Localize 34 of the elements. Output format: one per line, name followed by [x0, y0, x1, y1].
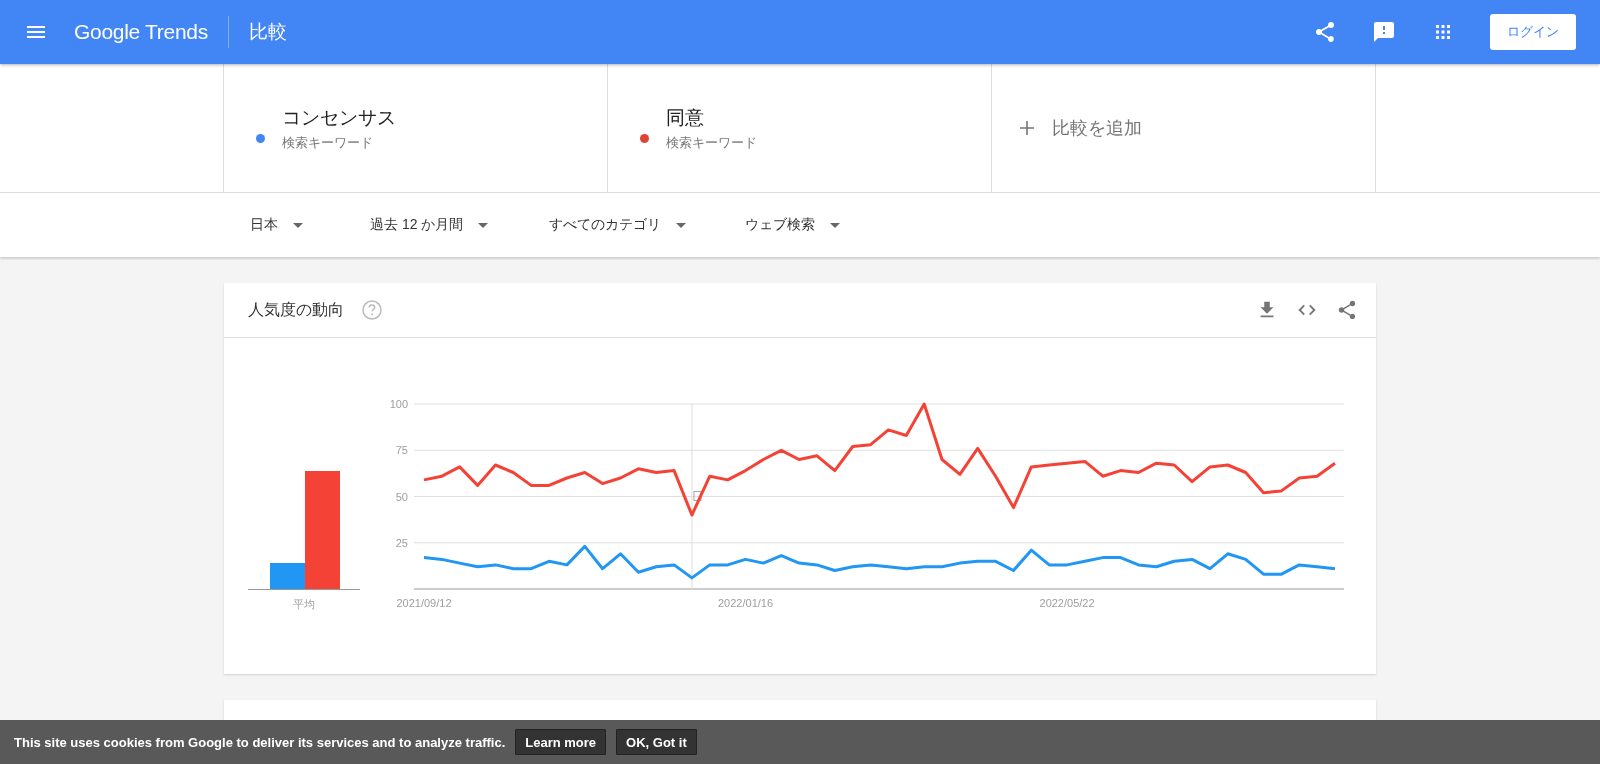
- average-label: 平均: [293, 598, 315, 610]
- logo[interactable]: Google Trends: [74, 20, 208, 44]
- x-tick-label: 2022/05/22: [1039, 597, 1095, 609]
- y-tick-label: 25: [395, 536, 408, 549]
- filter-dropdown[interactable]: ウェブ検索: [745, 216, 841, 234]
- add-comparison-link[interactable]: 比較を追加: [1052, 116, 1142, 140]
- filter-dropdown[interactable]: 日本: [250, 216, 303, 234]
- search-term[interactable]: コンセンサス: [282, 104, 396, 131]
- share-icon[interactable]: [1336, 299, 1358, 321]
- search-term[interactable]: 同意: [666, 104, 757, 131]
- y-tick-label: 100: [389, 398, 408, 410]
- filter-dropdown[interactable]: 過去 12 か月間: [370, 216, 489, 234]
- page-title: 比較: [248, 20, 287, 44]
- learn-more-button[interactable]: Learn more: [515, 729, 607, 755]
- term-type-label: 検索キーワード: [666, 133, 757, 152]
- y-tick-label: 50: [395, 490, 408, 503]
- note-marker[interactable]: [691, 403, 702, 591]
- accept-button[interactable]: OK, Got it: [616, 729, 697, 755]
- x-tick-label: 2022/01/16: [718, 597, 774, 609]
- caret-icon: [676, 222, 687, 228]
- caret-icon: [830, 222, 841, 228]
- cookie-notice-text: This site uses cookies from Google to deliver its services and to analyze traffic.: [14, 734, 506, 750]
- plus-icon[interactable]: [1020, 121, 1034, 135]
- term-type-label: 検索キーワード: [282, 133, 374, 152]
- card-title: 人気度の動向: [248, 299, 344, 320]
- x-tick-label: 2021/09/12: [396, 597, 452, 609]
- filter-dropdown[interactable]: すべてのカテゴリ: [549, 216, 687, 234]
- caret-icon: [293, 222, 303, 228]
- help-icon[interactable]: [362, 300, 382, 320]
- caret-icon: [478, 222, 489, 228]
- login-button[interactable]: ログイン: [1490, 14, 1576, 50]
- y-tick-label: 75: [395, 444, 408, 457]
- feedback-icon[interactable]: [1372, 20, 1396, 44]
- share-icon[interactable]: [1313, 20, 1337, 44]
